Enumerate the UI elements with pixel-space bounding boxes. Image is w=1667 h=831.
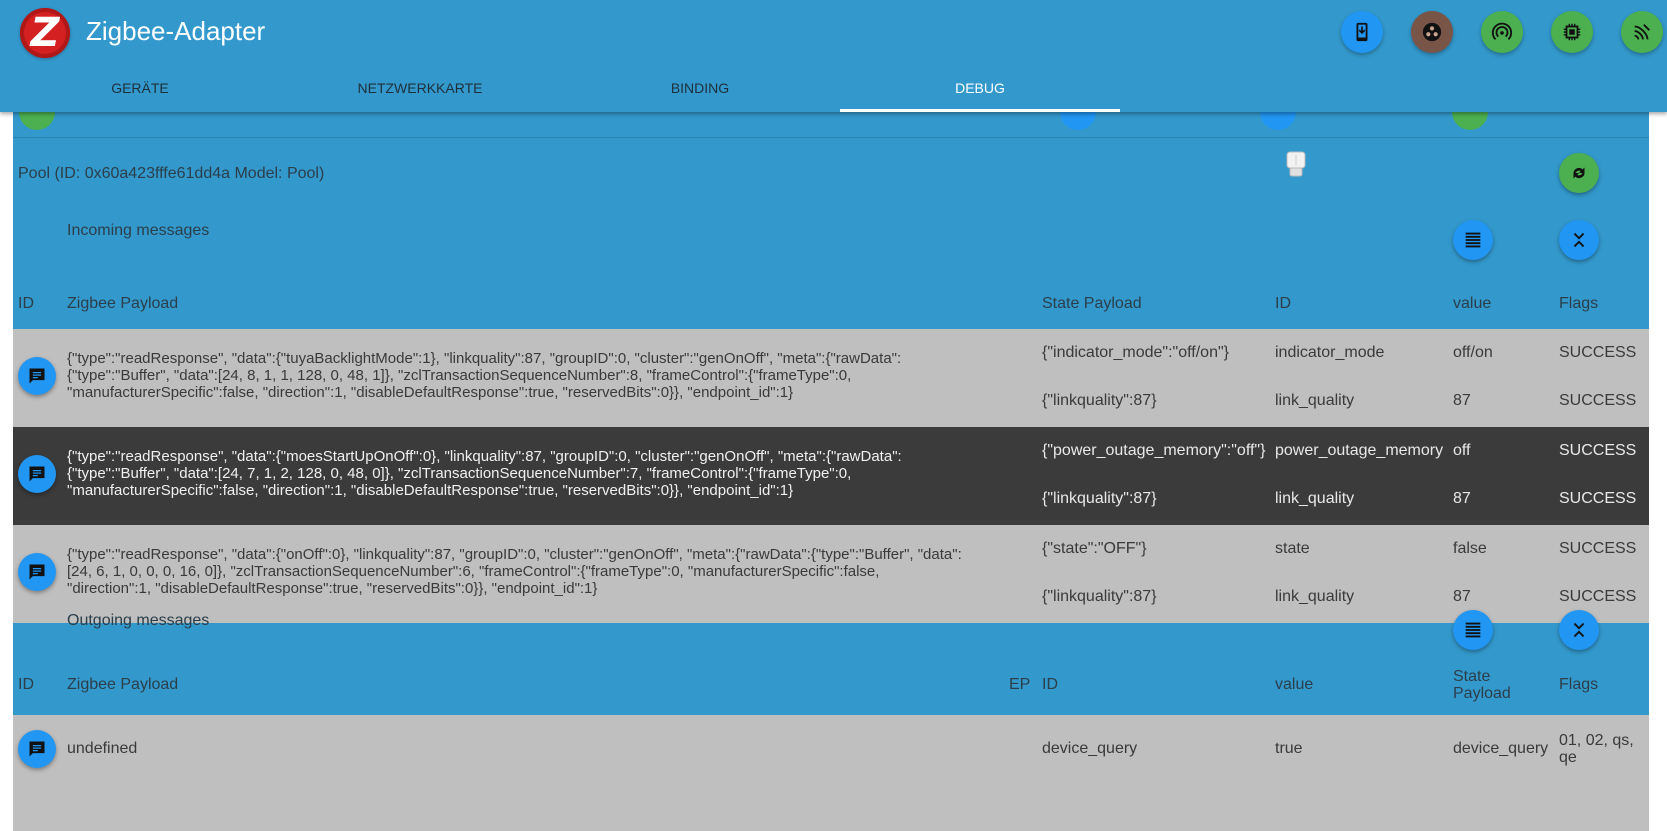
state-id: device_query	[1042, 740, 1138, 757]
state-id: indicator_mode	[1275, 344, 1385, 361]
app-title: Zigbee-Adapter	[86, 16, 266, 46]
state-value: off	[1453, 442, 1471, 459]
chip-icon[interactable]	[1551, 11, 1593, 53]
zigbee-logo-icon: Z	[20, 8, 70, 58]
zigbee-payload: undefined	[67, 740, 138, 757]
list-icon	[1465, 622, 1481, 638]
device-label: Pool (ID: 0x60a423fffe61dd4a Model: Pool…	[18, 165, 325, 182]
collapse-button[interactable]	[1559, 220, 1599, 260]
state-payload: {"state":"OFF"}	[1042, 540, 1147, 557]
tab-netzwerkkarte[interactable]: NETZWERKKARTE	[280, 68, 560, 112]
state-flag: SUCCESS	[1559, 392, 1637, 409]
state-value: false	[1453, 540, 1487, 557]
message-icon	[29, 368, 45, 384]
col-zigbee-payload: Zigbee Payload	[67, 676, 179, 693]
list-view-button[interactable]	[1453, 610, 1493, 650]
debug-panel: Pool (ID: 0x60a423fffe61dd4a Model: Pool…	[13, 94, 1649, 831]
col-state-id: ID	[1275, 295, 1291, 312]
incoming-title: Incoming messages	[67, 222, 210, 239]
flags-line2: qe	[1559, 749, 1577, 766]
refresh-button[interactable]	[1559, 153, 1599, 193]
col-id: ID	[18, 295, 34, 312]
state-value: 87	[1453, 392, 1471, 409]
flags: 01, 02, qs, qe	[1559, 732, 1634, 766]
device-image-icon	[1283, 150, 1309, 180]
table-row: {"type":"readResponse", "data":{"tuyaBac…	[13, 329, 1649, 427]
state-value: 87	[1453, 588, 1471, 605]
message-button[interactable]	[18, 357, 56, 395]
state-payload: {"linkquality":87}	[1042, 490, 1157, 507]
state-payload: {"indicator_mode":"off/on"}	[1042, 344, 1229, 361]
zigbee-payload: {"type":"readResponse", "data":{"tuyaBac…	[67, 350, 902, 401]
state-payload: {"linkquality":87}	[1042, 588, 1157, 605]
state-payload: {"power_outage_memory":"off"}	[1042, 442, 1266, 459]
signal-waves-icon[interactable]	[1621, 11, 1663, 53]
wifi-tethering-icon[interactable]	[1481, 11, 1523, 53]
refresh-icon	[1573, 167, 1585, 179]
collapse-button[interactable]	[1559, 610, 1599, 650]
state-flag: SUCCESS	[1559, 588, 1637, 605]
zigbee-payload: {"type":"readResponse", "data":{"moesSta…	[67, 448, 902, 499]
dots-circle-icon[interactable]	[1411, 11, 1453, 53]
col-state-id: ID	[1042, 676, 1058, 693]
col-state-payload-line2: Payload	[1453, 685, 1511, 702]
col-flags: Flags	[1559, 295, 1599, 312]
state-value: off/on	[1453, 344, 1493, 361]
message-button[interactable]	[18, 553, 56, 591]
state-id: link_quality	[1275, 490, 1355, 507]
state-payload: device_query	[1453, 740, 1549, 757]
flags-line1: 01, 02, qs,	[1559, 732, 1634, 749]
table-row-selected: {"type":"readResponse", "data":{"moesSta…	[13, 427, 1649, 525]
state-id: link_quality	[1275, 392, 1355, 409]
tab-binding[interactable]: BINDING	[560, 68, 840, 112]
state-id: link_quality	[1275, 588, 1355, 605]
list-icon	[1465, 232, 1481, 248]
col-value: value	[1453, 295, 1492, 312]
state-id: state	[1275, 540, 1310, 557]
message-button[interactable]	[18, 455, 56, 493]
state-id: power_outage_memory	[1275, 442, 1444, 459]
state-flag: SUCCESS	[1559, 344, 1637, 361]
col-state-payload: State Payload	[1453, 668, 1511, 702]
zigbee-payload: {"type":"readResponse", "data":{"onOff":…	[67, 546, 962, 597]
message-icon	[29, 741, 45, 757]
phone-download-icon[interactable]	[1341, 11, 1383, 53]
state-value: true	[1275, 740, 1303, 757]
col-flags: Flags	[1559, 676, 1599, 693]
col-state-payload-line1: State	[1453, 668, 1491, 685]
list-view-button[interactable]	[1453, 220, 1493, 260]
state-flag: SUCCESS	[1559, 442, 1637, 459]
table-row: undefined device_query true device_query…	[13, 715, 1649, 831]
state-flag: SUCCESS	[1559, 540, 1637, 557]
logo-letter: Z	[30, 10, 60, 56]
col-state-payload: State Payload	[1042, 295, 1142, 312]
table-row: {"type":"readResponse", "data":{"onOff":…	[13, 525, 1649, 623]
divider	[13, 137, 1649, 138]
message-button[interactable]	[18, 730, 56, 768]
col-ep: EP	[1009, 676, 1031, 693]
collapse-icon	[1573, 232, 1585, 248]
col-value: value	[1275, 676, 1314, 693]
app-bar: Z Zigbee-Adapter GERÄTE NETZWERKKARTE BI…	[0, 0, 1667, 112]
collapse-icon	[1573, 622, 1585, 638]
tab-debug[interactable]: DEBUG	[840, 68, 1120, 112]
state-payload: {"linkquality":87}	[1042, 392, 1157, 409]
message-icon	[29, 466, 45, 482]
state-value: 87	[1453, 490, 1471, 507]
col-id: ID	[18, 676, 34, 693]
state-flag: SUCCESS	[1559, 490, 1637, 507]
message-icon	[29, 564, 45, 580]
outgoing-title: Outgoing messages	[67, 612, 210, 629]
tab-geraete[interactable]: GERÄTE	[0, 68, 280, 112]
tab-bar: GERÄTE NETZWERKKARTE BINDING DEBUG	[0, 68, 1120, 112]
col-zigbee-payload: Zigbee Payload	[67, 295, 179, 312]
